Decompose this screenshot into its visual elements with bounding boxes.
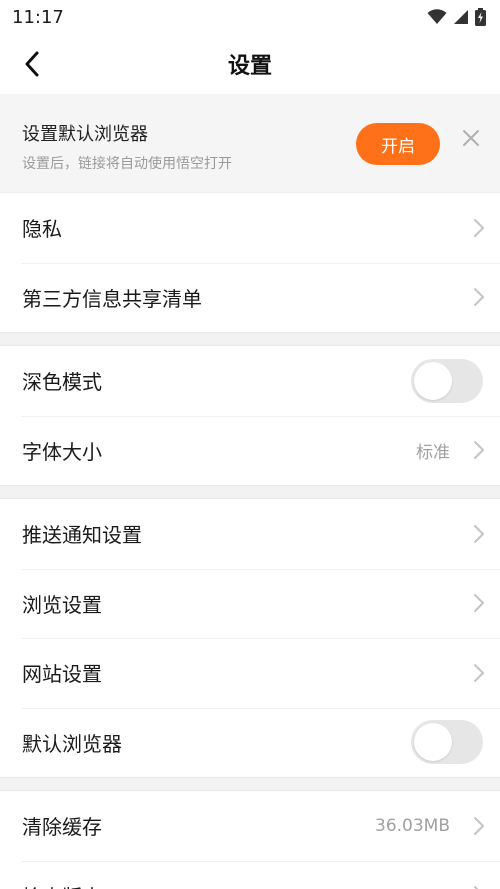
chevron-right-icon bbox=[474, 288, 484, 307]
chevron-right-icon bbox=[474, 663, 484, 682]
settings-group-storage: 清除缓存 36.03MB 检查版本 bbox=[0, 791, 500, 889]
settings-group-display: 深色模式 字体大小 标准 bbox=[0, 346, 500, 485]
row-label: 字体大小 bbox=[22, 439, 102, 464]
font-size-row[interactable]: 字体大小 标准 bbox=[0, 415, 500, 486]
push-notification-row[interactable]: 推送通知设置 bbox=[0, 499, 500, 569]
back-button[interactable] bbox=[14, 46, 50, 82]
row-label: 推送通知设置 bbox=[22, 523, 142, 548]
chevron-right-icon bbox=[474, 816, 484, 835]
status-time: 11:17 bbox=[12, 6, 64, 28]
clear-cache-row[interactable]: 清除缓存 36.03MB bbox=[0, 791, 500, 861]
section-divider bbox=[0, 777, 500, 791]
row-label: 深色模式 bbox=[22, 370, 102, 395]
section-divider bbox=[0, 485, 500, 499]
section-divider bbox=[0, 332, 500, 346]
dark-mode-row: 深色模式 bbox=[0, 346, 500, 416]
browsing-settings-row[interactable]: 浏览设置 bbox=[0, 568, 500, 639]
site-settings-row[interactable]: 网站设置 bbox=[0, 638, 500, 708]
row-label: 第三方信息共享清单 bbox=[22, 286, 202, 311]
page-title: 设置 bbox=[227, 54, 272, 79]
status-bar: 11:17 bbox=[0, 0, 500, 34]
banner-title: 设置默认浏览器 bbox=[22, 124, 148, 145]
row-label: 清除缓存 bbox=[22, 815, 102, 840]
banner-subtitle: 设置后，链接将自动使用悟空打开 bbox=[22, 156, 232, 172]
row-label: 隐私 bbox=[22, 217, 62, 242]
wifi-icon bbox=[427, 9, 447, 24]
row-label: 浏览设置 bbox=[22, 592, 102, 617]
chevron-right-icon bbox=[474, 441, 484, 460]
row-label: 默认浏览器 bbox=[22, 731, 122, 756]
chevron-right-icon bbox=[474, 218, 484, 237]
third-party-sharing-row[interactable]: 第三方信息共享清单 bbox=[0, 262, 500, 333]
signal-icon bbox=[454, 10, 468, 24]
row-label: 检查版本 bbox=[22, 881, 102, 889]
chevron-right-icon bbox=[474, 886, 479, 889]
cache-size-value: 36.03MB bbox=[375, 815, 450, 836]
default-browser-toggle[interactable] bbox=[411, 720, 483, 765]
privacy-row[interactable]: 隐私 bbox=[0, 193, 500, 263]
settings-group-privacy: 隐私 第三方信息共享清单 bbox=[0, 193, 500, 332]
dark-mode-toggle[interactable] bbox=[411, 358, 483, 403]
chevron-right-icon bbox=[474, 594, 484, 613]
default-browser-row: 默认浏览器 bbox=[0, 707, 500, 778]
nav-bar: 设置 bbox=[0, 34, 500, 94]
row-label: 网站设置 bbox=[22, 662, 102, 687]
close-icon bbox=[463, 130, 479, 146]
toggle-knob bbox=[414, 723, 452, 762]
check-version-row[interactable]: 检查版本 bbox=[0, 860, 500, 889]
chevron-right-icon bbox=[474, 524, 484, 543]
font-size-value: 标准 bbox=[416, 442, 450, 463]
toggle-knob bbox=[414, 361, 452, 400]
banner-close-button[interactable] bbox=[458, 125, 484, 151]
settings-group-browsing: 推送通知设置 浏览设置 网站设置 默认浏览器 bbox=[0, 499, 500, 777]
status-icons bbox=[427, 8, 486, 26]
battery-icon bbox=[475, 8, 486, 26]
default-browser-banner: 设置默认浏览器 设置后，链接将自动使用悟空打开 开启 bbox=[0, 94, 500, 193]
enable-button[interactable]: 开启 bbox=[356, 123, 440, 165]
back-arrow-icon bbox=[25, 51, 39, 77]
